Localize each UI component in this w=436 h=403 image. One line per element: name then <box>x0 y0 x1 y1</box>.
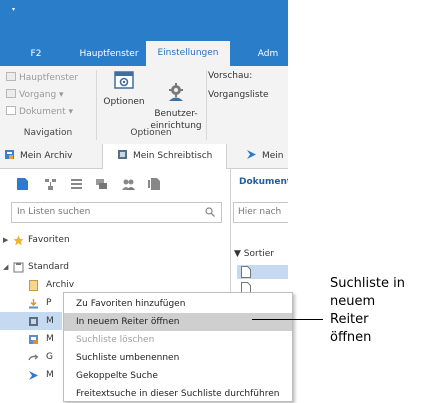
tab-mein-schreibtisch[interactable]: Mein Schreibtisch <box>102 144 228 169</box>
tab-hauptfenster[interactable]: Hauptfenster <box>76 43 142 66</box>
download-icon <box>29 299 38 309</box>
arrow-icon <box>247 150 256 159</box>
document-icon <box>6 106 16 115</box>
document-row[interactable] <box>237 265 288 279</box>
ribbon-hauptfenster-button[interactable]: Hauptfenster <box>6 71 78 85</box>
collapse-arrow-icon[interactable]: ◢ <box>3 258 8 276</box>
home-icon <box>6 72 16 81</box>
group-label-navigation: Navigation <box>23 128 73 138</box>
document-panel-header: Dokument <box>239 177 288 187</box>
ribbon-dokument-button[interactable]: Dokument ▾ <box>6 105 73 119</box>
tab-f2[interactable]: F2 <box>14 43 58 66</box>
menu-item-add-favorites[interactable]: Zu Favoriten hinzufügen <box>64 295 292 313</box>
archive-icon <box>5 150 14 159</box>
expand-arrow-icon[interactable]: ▶ <box>3 231 8 249</box>
tree-item-m-selected[interactable]: M <box>0 312 62 330</box>
tree-item-favoriten[interactable]: ▶ Favoriten <box>0 231 230 249</box>
document-search-input[interactable]: Hier nach <box>233 202 288 223</box>
options-icon <box>114 71 134 89</box>
ribbon-vorgang-button[interactable]: Vorgang ▾ <box>6 88 64 102</box>
quick-access-menu-icon[interactable]: ▾ <box>12 6 15 13</box>
documents-icon[interactable] <box>148 178 161 190</box>
menu-item-open-new-tab[interactable]: In neuem Reiter öffnen <box>64 313 292 331</box>
document-tab-bar: Mein Archiv Mein Schreibtisch Mein <box>0 144 288 169</box>
search-icon[interactable] <box>205 207 215 217</box>
process-icon <box>6 89 16 98</box>
tab-mein-archiv[interactable]: Mein Archiv <box>4 144 73 168</box>
star-icon <box>13 235 24 246</box>
tab-mein-extra[interactable]: Mein <box>246 144 284 168</box>
context-menu: Zu Favoriten hinzufügen In neuem Reiter … <box>63 292 293 402</box>
list-icon[interactable] <box>70 178 83 190</box>
menu-item-coupled-search[interactable]: Gekoppelte Suche <box>64 367 292 385</box>
ribbon-separator <box>96 70 97 140</box>
vorgangsliste-option[interactable]: Vorgangsliste <box>208 90 269 100</box>
list-search-input[interactable]: In Listen suchen <box>11 202 222 223</box>
optionen-button[interactable]: Optionen <box>101 70 147 108</box>
title-bar: ▾ F2 Hauptfenster Einstellungen Adm <box>0 0 288 66</box>
vorschau-label: Vorschau: <box>208 71 253 81</box>
users-icon[interactable] <box>122 178 135 190</box>
document-icon[interactable] <box>16 178 29 190</box>
tree-item-standard[interactable]: ◢ Standard <box>0 258 230 276</box>
tree-item-m-folder[interactable]: M <box>0 330 62 348</box>
sort-header[interactable]: ▼ Sortier <box>234 249 274 259</box>
document-icon <box>241 266 251 278</box>
list-toolbar <box>0 169 230 199</box>
desk-icon <box>29 317 38 326</box>
folder-icon <box>29 335 38 344</box>
tree-item-p[interactable]: P <box>0 294 62 312</box>
tree-item-g[interactable]: G <box>0 348 62 366</box>
standard-icon <box>13 262 24 273</box>
callout-text: Suchliste in neuem Reiter öffnen <box>330 276 405 345</box>
folders-icon[interactable] <box>95 178 108 190</box>
tab-administration[interactable]: Adm <box>248 43 288 66</box>
archive-icon <box>29 280 38 291</box>
callout-line <box>252 319 323 320</box>
menu-item-fulltext-search[interactable]: Freitextsuche in dieser Suchliste durchf… <box>64 385 292 403</box>
menu-item-delete-search-list: Suchliste löschen <box>76 335 155 345</box>
hierarchy-icon[interactable] <box>44 178 57 190</box>
link-icon <box>28 354 39 361</box>
tree-item-m-arrow[interactable]: M <box>0 366 62 384</box>
user-settings-icon <box>169 83 183 101</box>
menu-item-rename-search-list[interactable]: Suchliste umbenennen <box>64 349 292 367</box>
arrow-icon <box>29 371 38 380</box>
ribbon-separator <box>206 70 207 140</box>
ribbon: Hauptfenster Vorgang ▾ Dokument ▾ Naviga… <box>0 66 288 145</box>
desk-icon <box>118 150 127 159</box>
tab-einstellungen[interactable]: Einstellungen <box>146 41 230 66</box>
group-label-optionen: Optionen <box>130 128 172 138</box>
